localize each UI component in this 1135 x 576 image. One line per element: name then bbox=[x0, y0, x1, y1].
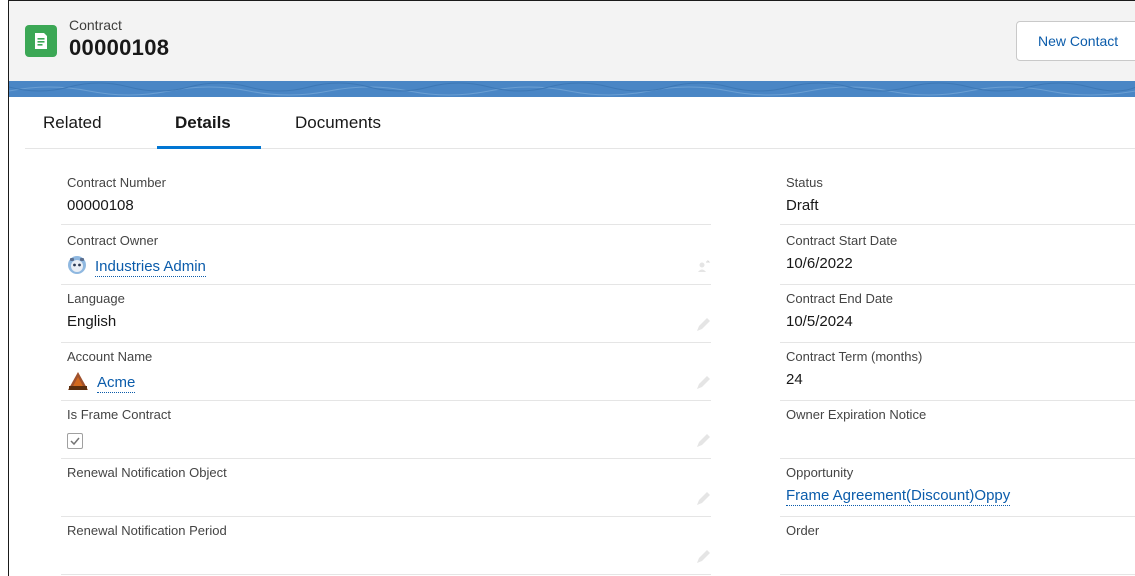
field-label: Status bbox=[786, 175, 823, 190]
field-label: Contract Number bbox=[67, 175, 166, 190]
frame-contract-checkbox[interactable] bbox=[67, 433, 83, 449]
field-label: Order bbox=[786, 523, 820, 538]
field-label: Contract Owner bbox=[67, 233, 159, 248]
field-contract-start-date: Contract Start Date 10/6/2022 bbox=[780, 227, 1135, 285]
record-title: 00000108 bbox=[69, 35, 170, 60]
field-label: Contract Start Date bbox=[786, 233, 898, 248]
record-tabs: Related Details Documents bbox=[25, 97, 1135, 149]
field-owner-expiration-notice: Owner Expiration Notice bbox=[780, 401, 1135, 459]
field-label: Account Name bbox=[67, 349, 153, 364]
field-value: English bbox=[67, 313, 117, 330]
field-renewal-notification-period: Renewal Notification Period bbox=[61, 517, 711, 575]
field-value: Draft bbox=[786, 197, 819, 214]
edit-pencil-icon[interactable] bbox=[695, 549, 711, 565]
field-contract-end-date: Contract End Date 10/5/2024 bbox=[780, 285, 1135, 343]
contract-icon bbox=[25, 25, 57, 57]
field-label: Opportunity bbox=[786, 465, 854, 480]
tab-related[interactable]: Related bbox=[43, 97, 102, 149]
field-value: 10/6/2022 bbox=[786, 255, 853, 272]
account-name-link[interactable]: Acme bbox=[97, 374, 136, 393]
field-label: Contract Term (months) bbox=[786, 349, 923, 364]
field-label: Contract End Date bbox=[786, 291, 893, 306]
header-banner bbox=[9, 81, 1135, 97]
account-logo-icon bbox=[67, 371, 89, 395]
new-contact-button[interactable]: New Contact bbox=[1016, 21, 1135, 61]
edit-pencil-icon[interactable] bbox=[695, 317, 711, 333]
field-order: Order bbox=[780, 517, 1135, 575]
user-avatar-icon bbox=[67, 255, 87, 279]
field-is-frame-contract: Is Frame Contract bbox=[61, 401, 711, 459]
active-tab-indicator bbox=[157, 146, 261, 149]
field-account-name: Account Name Acme bbox=[61, 343, 711, 401]
edit-pencil-icon[interactable] bbox=[695, 375, 711, 391]
tab-documents[interactable]: Documents bbox=[295, 97, 381, 149]
contract-owner-link[interactable]: Industries Admin bbox=[95, 258, 206, 277]
record-header: Contract 00000108 New Contact bbox=[9, 1, 1135, 81]
field-opportunity: Opportunity Frame Agreement(Discount)Opp… bbox=[780, 459, 1135, 517]
field-label: Is Frame Contract bbox=[67, 407, 172, 422]
field-contract-owner: Contract Owner Industries Admin bbox=[61, 227, 711, 285]
field-value: 24 bbox=[786, 371, 803, 388]
field-renewal-notification-object: Renewal Notification Object bbox=[61, 459, 711, 517]
field-value: 00000108 bbox=[67, 197, 134, 214]
field-contract-term: Contract Term (months) 24 bbox=[780, 343, 1135, 401]
change-owner-icon[interactable] bbox=[695, 259, 711, 275]
field-status: Status Draft bbox=[780, 169, 1135, 225]
edit-pencil-icon[interactable] bbox=[695, 491, 711, 507]
opportunity-link[interactable]: Frame Agreement(Discount)Oppy bbox=[786, 487, 1011, 506]
record-page: Contract 00000108 New Contact Related De… bbox=[8, 0, 1135, 576]
field-label: Language bbox=[67, 291, 125, 306]
field-label: Owner Expiration Notice bbox=[786, 407, 927, 422]
tab-details[interactable]: Details bbox=[175, 97, 231, 149]
field-label: Renewal Notification Period bbox=[67, 523, 227, 538]
record-type-label: Contract bbox=[69, 17, 122, 33]
field-label: Renewal Notification Object bbox=[67, 465, 227, 480]
field-value: 10/5/2024 bbox=[786, 313, 853, 330]
field-language: Language English bbox=[61, 285, 711, 343]
field-contract-number: Contract Number 00000108 bbox=[61, 169, 711, 225]
edit-pencil-icon[interactable] bbox=[695, 433, 711, 449]
